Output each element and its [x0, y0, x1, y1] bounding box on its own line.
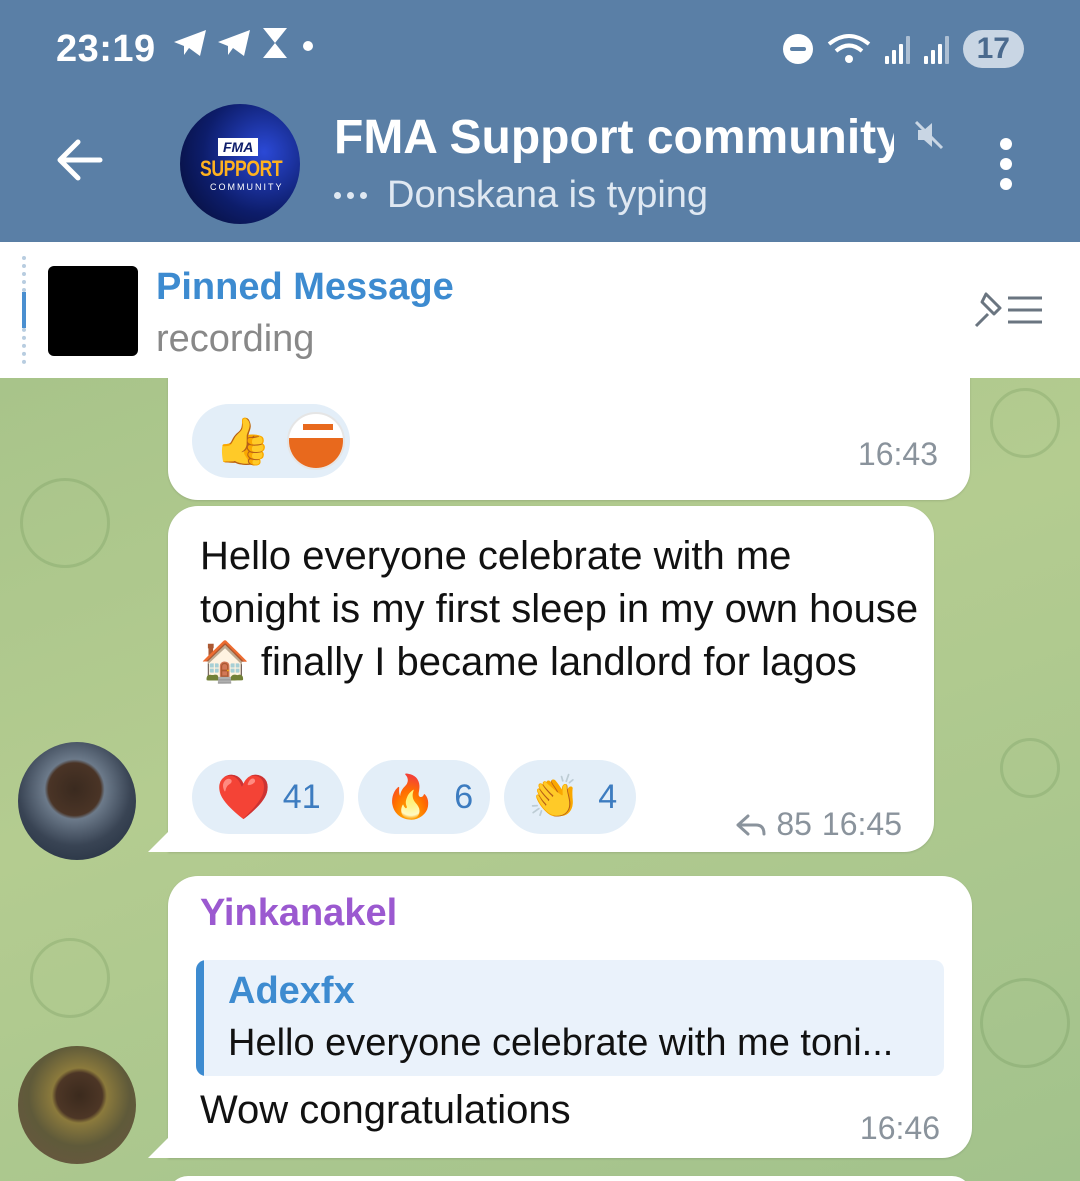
chat-area[interactable]: 👍 16:43 Hello everyone celebrate with me… — [0, 378, 1080, 1181]
reply-sender-name: Adexfx — [228, 970, 355, 1012]
telegram-icon — [174, 30, 206, 56]
group-avatar-logo-top: FMA — [218, 138, 259, 156]
pinned-thumbnail — [48, 266, 138, 356]
group-avatar[interactable]: FMA SUPPORT COMMUNITY — [180, 104, 300, 224]
reply-snippet: Hello everyone celebrate with me toni... — [228, 1022, 894, 1064]
pinned-text: recording — [156, 318, 315, 360]
message-bubble[interactable] — [168, 1176, 972, 1181]
message-text: Wow congratulations — [200, 1088, 571, 1132]
message-bubble[interactable]: Hello everyone celebrate with me tonight… — [168, 506, 934, 852]
typing-dots-icon — [334, 192, 367, 199]
forward-count: 85 — [776, 806, 812, 842]
dot-icon — [303, 41, 313, 51]
clapping-hands-icon: 👏 — [528, 772, 581, 820]
forward-icon — [736, 814, 766, 835]
signal-icon — [884, 34, 910, 64]
telegram-icon — [218, 30, 250, 56]
message-text: Hello everyone celebrate with me tonight… — [200, 534, 919, 684]
group-avatar-logo-bottom: COMMUNITY — [210, 182, 284, 192]
group-avatar-logo-mid: SUPPORT — [200, 156, 283, 181]
status-bar: 23:19 17 — [0, 0, 1080, 100]
chat-title[interactable]: FMA Support community — [334, 110, 894, 165]
heart-icon: ❤️ — [216, 773, 271, 822]
typing-status: Donskana is typing — [334, 174, 708, 217]
pinned-list-icon[interactable] — [972, 290, 1046, 330]
sender-name[interactable]: Yinkanakel — [200, 892, 397, 935]
reaction-chip[interactable]: 👏 4 — [504, 760, 636, 834]
message-bubble[interactable]: Yinkanakel Adexfx Hello everyone celebra… — [168, 876, 972, 1158]
back-arrow-icon[interactable] — [48, 130, 108, 190]
do-not-disturb-icon — [782, 34, 813, 64]
fire-icon: 🔥 — [384, 772, 437, 820]
reaction-chip[interactable]: 👍 — [192, 404, 350, 478]
bubble-tail — [148, 1136, 170, 1158]
hourglass-icon — [263, 28, 287, 58]
system-icons: 17 — [782, 30, 1024, 68]
message-time: 16:46 — [859, 1110, 940, 1146]
muted-speaker-icon — [914, 120, 944, 150]
reaction-chip[interactable]: ❤️ 41 — [192, 760, 344, 834]
reaction-count: 41 — [282, 777, 321, 816]
signal-icon — [923, 34, 949, 64]
user-avatar[interactable] — [18, 742, 136, 860]
bubble-tail — [148, 830, 170, 852]
pinned-message-bar[interactable]: Pinned Message recording — [0, 242, 1080, 378]
reaction-count: 4 — [598, 777, 618, 816]
reaction-count: 6 — [454, 777, 474, 816]
user-avatar[interactable] — [18, 1046, 136, 1164]
wifi-icon — [827, 34, 870, 63]
battery-indicator: 17 — [962, 30, 1024, 68]
status-time: 23:19 — [56, 28, 156, 70]
sticker-icon — [287, 412, 346, 470]
chat-header: 23:19 17 FMA SUPPORT COMMUNITY FMA Suppo… — [0, 0, 1080, 242]
message-bubble[interactable]: 👍 16:43 — [168, 378, 970, 500]
reaction-chip[interactable]: 🔥 6 — [358, 760, 490, 834]
message-meta: 85 16:45 — [736, 806, 902, 843]
message-time: 16:45 — [821, 806, 902, 842]
reply-quote[interactable]: Adexfx Hello everyone celebrate with me … — [196, 960, 944, 1076]
pinned-title: Pinned Message — [156, 266, 454, 308]
more-options-icon[interactable] — [1000, 138, 1012, 190]
thumbs-up-icon: 👍 — [214, 414, 272, 467]
notification-icons — [172, 26, 318, 60]
typing-text: Donskana is typing — [387, 174, 709, 216]
pinned-indicator — [22, 256, 26, 364]
message-time: 16:43 — [857, 436, 938, 472]
